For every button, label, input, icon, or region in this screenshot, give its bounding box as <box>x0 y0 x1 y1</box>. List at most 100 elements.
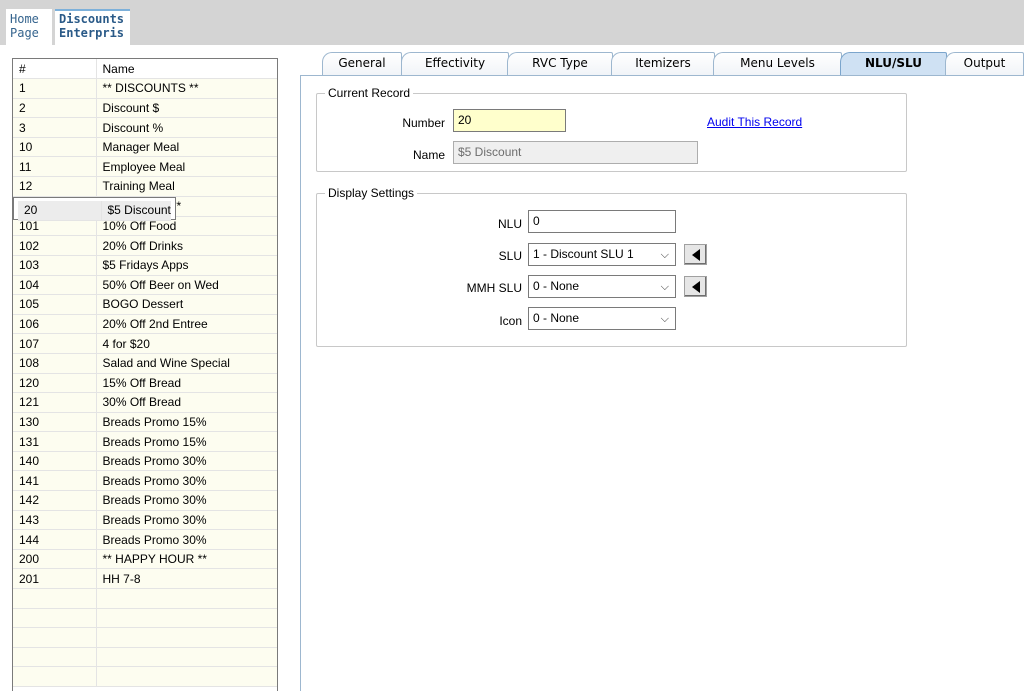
tab-general[interactable]: General <box>322 52 402 75</box>
row-name: Training Meal <box>96 176 277 197</box>
tab-effectivity[interactable]: Effectivity <box>401 52 509 75</box>
row-name: 30% Off Bread <box>96 392 277 413</box>
row-number: 105 <box>13 294 97 315</box>
row-name: Breads Promo 30% <box>96 470 277 492</box>
row-name: Salad and Wine Special <box>96 353 277 374</box>
empty-row <box>13 666 277 687</box>
icon-select[interactable]: 0 - None ⌵ <box>528 307 676 330</box>
row-number: 141 <box>13 470 97 492</box>
empty-cell <box>96 647 277 668</box>
icon-select-value: 0 - None <box>533 311 580 325</box>
empty-row <box>13 588 277 609</box>
row-name: Discount $ <box>96 98 277 119</box>
mmh-slu-select[interactable]: 0 - None ⌵ <box>528 275 676 298</box>
row-number: 107 <box>13 333 97 354</box>
nav-tab-home-page[interactable]: Home Page <box>6 9 52 45</box>
row-number: 1 <box>13 78 97 99</box>
number-label: Number <box>402 116 445 130</box>
tab-nlu-slu[interactable]: NLU/SLU <box>840 52 947 75</box>
row-number: 106 <box>13 314 97 335</box>
table-row[interactable]: 103 $5 Fridays Apps <box>13 255 277 276</box>
empty-cell <box>13 608 97 629</box>
table-row[interactable]: 10 Manager Meal <box>13 137 277 158</box>
triangle-left-icon <box>692 281 700 293</box>
tab-rvc-type[interactable]: RVC Type <box>507 52 613 75</box>
table-row[interactable]: 2 Discount $ <box>13 98 277 119</box>
empty-row <box>13 627 277 648</box>
nav-tab-discounts-line2: Enterpris <box>59 26 125 40</box>
table-row[interactable]: 12 Training Meal <box>13 176 277 197</box>
tab-menu-levels[interactable]: Menu Levels <box>713 52 842 75</box>
row-number: 131 <box>13 431 97 452</box>
display-settings-legend: Display Settings <box>325 186 418 200</box>
row-number: 142 <box>13 490 97 511</box>
row-name: Manager Meal <box>96 137 277 158</box>
slu-back-button[interactable] <box>684 244 707 265</box>
record-list[interactable]: # Name 1 ** DISCOUNTS ** 2 Discount $3 Disco… <box>12 58 278 691</box>
table-row[interactable]: 120 15% Off Bread <box>13 373 277 394</box>
empty-cell <box>13 627 97 648</box>
tab-output[interactable]: Output <box>945 52 1024 75</box>
table-row[interactable]: 108 Salad and Wine Special <box>13 353 277 374</box>
chevron-down-icon: ⌵ <box>660 281 669 293</box>
table-row[interactable]: 121 30% Off Bread <box>13 392 277 413</box>
column-header-name[interactable]: Name <box>96 59 277 80</box>
row-name: Breads Promo 30% <box>96 490 277 511</box>
row-number: 2 <box>13 98 97 119</box>
table-row[interactable]: 104 50% Off Beer on Wed <box>13 275 277 296</box>
table-row[interactable]: 11 Employee Meal <box>13 156 277 178</box>
table-row[interactable]: 105 BOGO Dessert <box>13 294 277 315</box>
empty-cell <box>96 666 277 687</box>
audit-record-link[interactable]: Audit This Record <box>707 115 802 129</box>
column-header-number[interactable]: # <box>13 59 97 80</box>
table-row[interactable]: 20 $5 Discount <box>13 196 176 221</box>
name-field[interactable]: $5 Discount <box>453 141 698 164</box>
empty-cell <box>96 608 277 629</box>
row-number: 120 <box>13 373 97 394</box>
table-row[interactable]: 1 ** DISCOUNTS ** <box>13 78 277 99</box>
nav-tab-discounts-line1: Discounts <box>59 12 125 26</box>
current-record-legend: Current Record <box>325 86 414 100</box>
slu-select[interactable]: 1 - Discount SLU 1 ⌵ <box>528 243 676 266</box>
nlu-label: NLU <box>497 217 522 231</box>
table-row[interactable]: 106 20% Off 2nd Entree <box>13 314 277 335</box>
nav-tab-home-line2: Page <box>10 26 39 40</box>
row-name: HH 7-8 <box>96 568 277 590</box>
nav-tab-discounts[interactable]: Discounts Enterpris <box>55 9 130 45</box>
row-name: Breads Promo 30% <box>96 451 277 472</box>
table-row[interactable]: 144 Breads Promo 30% <box>13 529 277 550</box>
table-row[interactable]: 102 20% Off Drinks <box>13 235 277 256</box>
mmh-slu-back-button[interactable] <box>684 276 707 297</box>
table-row[interactable]: 200 ** HAPPY HOUR ** <box>13 549 277 570</box>
row-name: Breads Promo 30% <box>96 529 277 550</box>
triangle-left-icon <box>692 249 700 261</box>
mmh-slu-label: MMH SLU <box>466 281 522 295</box>
empty-row <box>13 608 277 629</box>
table-row[interactable]: 130 Breads Promo 15% <box>13 412 277 433</box>
empty-cell <box>96 588 277 609</box>
slu-label: SLU <box>498 249 522 263</box>
table-row[interactable]: 201 HH 7-8 <box>13 568 277 590</box>
row-number: 12 <box>13 176 97 197</box>
row-name: BOGO Dessert <box>96 294 277 315</box>
table-row[interactable]: 107 4 for $20 <box>13 333 277 354</box>
top-nav-bar: Home Page Discounts Enterpris <box>0 0 1024 45</box>
row-name: $5 Discount <box>101 200 171 221</box>
table-row[interactable]: 131 Breads Promo 15% <box>13 431 277 452</box>
row-name: $5 Fridays Apps <box>96 255 277 276</box>
empty-row <box>13 647 277 668</box>
row-number: 11 <box>13 156 97 178</box>
row-name: ** HAPPY HOUR ** <box>96 549 277 570</box>
tab-itemizers[interactable]: Itemizers <box>611 52 715 75</box>
table-row[interactable]: 142 Breads Promo 30% <box>13 490 277 511</box>
row-number: 121 <box>13 392 97 413</box>
table-row[interactable]: 143 Breads Promo 30% <box>13 510 277 531</box>
nlu-field[interactable]: 0 <box>528 210 676 233</box>
table-row[interactable]: 140 Breads Promo 30% <box>13 451 277 472</box>
row-name: Breads Promo 15% <box>96 412 277 433</box>
table-row[interactable]: 141 Breads Promo 30% <box>13 470 277 492</box>
row-number: 102 <box>13 235 97 256</box>
number-field[interactable]: 20 <box>453 109 566 132</box>
table-row[interactable]: 3 Discount % <box>13 117 277 138</box>
row-number: 20 <box>18 200 102 221</box>
